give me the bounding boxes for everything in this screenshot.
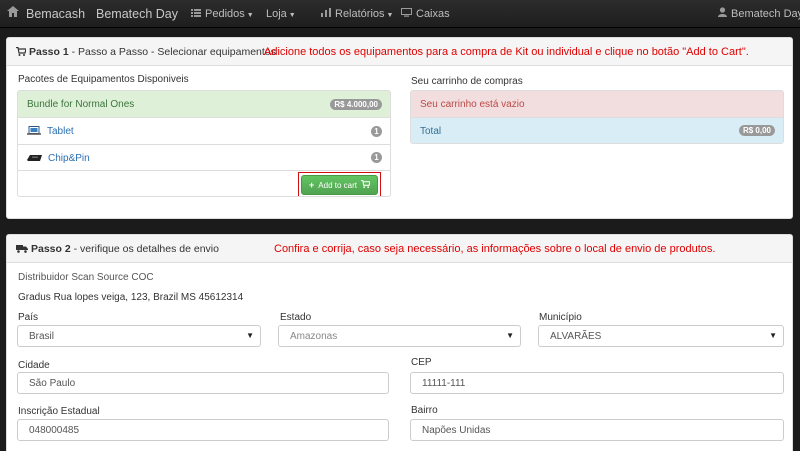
- menu-relatorios[interactable]: Relatórios ▼: [321, 0, 393, 28]
- estado-label: Estado: [280, 312, 312, 323]
- municipio-select[interactable]: ALVARÃES ▼: [538, 325, 784, 347]
- bairro-label: Bairro: [411, 405, 438, 416]
- brand-bemacash[interactable]: Bemacash: [26, 0, 85, 28]
- menu-relatorios-label: Relatórios: [335, 8, 385, 20]
- chart-icon: [321, 0, 331, 28]
- plus-icon: +: [309, 180, 315, 190]
- menu-pedidos[interactable]: Pedidos ▼: [191, 0, 254, 28]
- step1-heading: Passo 1 - Passo a Passo - Selecionar equ…: [7, 38, 792, 66]
- bundle-name: Bundle for Normal Ones: [27, 99, 135, 110]
- inscricao-input[interactable]: 048000485: [17, 419, 389, 441]
- tablet-item[interactable]: Tablet: [27, 126, 74, 138]
- tablet-icon: [27, 126, 42, 138]
- chevron-down-icon: ▼: [246, 331, 254, 340]
- add-to-cart-label: Add to cart: [318, 180, 357, 190]
- municipio-label: Município: [539, 312, 582, 323]
- user-name: Bematech Day: [731, 8, 800, 20]
- cart-total-row: Total R$ 0,00: [411, 118, 783, 143]
- total-value-badge: R$ 0,00: [738, 125, 775, 136]
- menu-caixas[interactable]: Caixas: [401, 0, 450, 28]
- cart-list: Seu carrinho está vazio Total R$ 0,00: [410, 90, 784, 144]
- truck-icon: [16, 244, 28, 256]
- list-item-tablet[interactable]: Tablet 1: [18, 118, 390, 145]
- menu-pedidos-label: Pedidos: [205, 8, 245, 20]
- distributor-address: Gradus Rua lopes veiga, 123, Brazil MS 4…: [18, 292, 244, 303]
- cart-icon: [16, 46, 27, 59]
- distributor-name: Distribuidor Scan Source COC: [18, 272, 154, 283]
- step1-instruction: Adicione todos os equipamentos para a co…: [264, 46, 749, 58]
- add-cart-row: + Add to cart: [18, 171, 390, 196]
- chevron-down-icon: ▼: [386, 12, 394, 19]
- cep-label: CEP: [411, 357, 432, 368]
- total-label: Total: [420, 126, 442, 137]
- chevron-down-icon: ▼: [769, 331, 777, 340]
- step2-title: Passo 2 - verifique os detalhes de envio: [16, 243, 219, 256]
- cart-empty-row: Seu carrinho está vazio: [411, 91, 783, 118]
- home-icon[interactable]: [7, 0, 19, 28]
- brand-store-name[interactable]: Bematech Day: [96, 0, 178, 28]
- top-navbar: Bemacash Bematech Day Pedidos ▼ Loja ▼ Rel…: [0, 0, 800, 28]
- add-to-cart-highlight: + Add to cart: [298, 172, 381, 196]
- cidade-input[interactable]: São Paulo: [17, 372, 389, 394]
- step1-title: Passo 1 - Passo a Passo - Selecionar equ…: [16, 46, 276, 59]
- monitor-icon: [401, 0, 412, 28]
- chippin-item[interactable]: Chip&Pin: [27, 153, 90, 165]
- chevron-down-icon: ▼: [288, 12, 296, 19]
- cidade-label: Cidade: [18, 360, 50, 371]
- estado-select[interactable]: Amazonas ▼: [278, 325, 521, 347]
- chippin-count-badge: 1: [371, 152, 382, 163]
- chevron-down-icon: ▼: [506, 331, 514, 340]
- user-icon: [718, 0, 727, 28]
- list-item-chippin[interactable]: Chip&Pin 1: [18, 145, 390, 171]
- add-to-cart-button[interactable]: + Add to cart: [301, 175, 378, 195]
- menu-loja[interactable]: Loja ▼: [266, 0, 296, 28]
- step2-heading: Passo 2 - verifique os detalhes de envio…: [7, 235, 792, 263]
- user-menu[interactable]: Bematech Day▼: [718, 0, 800, 28]
- cart-icon: [361, 179, 371, 190]
- bundle-row[interactable]: Bundle for Normal Ones R$ 4.000,00: [18, 91, 390, 118]
- cart-label: Seu carrinho de compras: [411, 76, 523, 87]
- inscricao-label: Inscrição Estadual: [18, 406, 100, 417]
- packages-list: Bundle for Normal Ones R$ 4.000,00 Table…: [17, 90, 391, 197]
- list-icon: [191, 0, 201, 28]
- cart-empty-message: Seu carrinho está vazio: [420, 99, 525, 110]
- tablet-count-badge: 1: [371, 126, 382, 137]
- pais-label: País: [18, 312, 39, 323]
- chevron-down-icon: ▼: [246, 12, 254, 19]
- menu-caixas-label: Caixas: [416, 8, 450, 20]
- bundle-price-badge: R$ 4.000,00: [330, 99, 382, 110]
- step2-instruction: Confira e corrija, caso seja necessário,…: [274, 243, 716, 255]
- pais-select[interactable]: Brasil ▼: [17, 325, 261, 347]
- step2-panel: Passo 2 - verifique os detalhes de envio…: [6, 234, 793, 451]
- step1-panel: Passo 1 - Passo a Passo - Selecionar equ…: [6, 37, 793, 219]
- packages-label: Pacotes de Equipamentos Disponiveis: [18, 74, 189, 85]
- menu-loja-label: Loja: [266, 8, 287, 20]
- cep-input[interactable]: 11111-111: [410, 372, 784, 394]
- bairro-input[interactable]: Napões Unidas: [410, 419, 784, 441]
- card-reader-icon: [27, 154, 43, 165]
